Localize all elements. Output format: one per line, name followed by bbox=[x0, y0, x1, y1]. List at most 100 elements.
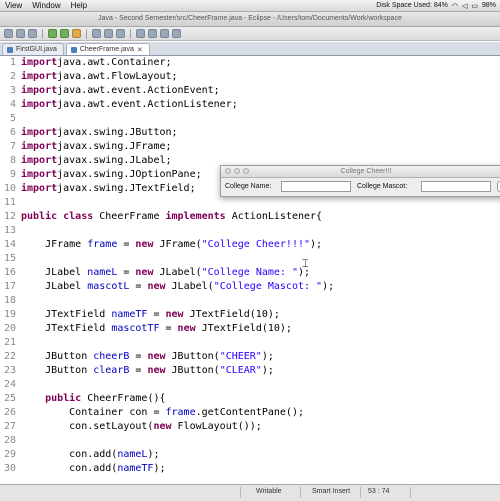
line-number: 24 bbox=[3, 379, 16, 390]
tab-firstgui[interactable]: FirstGUI.java bbox=[2, 43, 64, 55]
code-editor[interactable]: 1 importjava.awt.Container; 2 importjava.aw… bbox=[0, 56, 500, 484]
open-type-icon[interactable] bbox=[136, 29, 145, 38]
tab-label: FirstGUI.java bbox=[16, 46, 57, 53]
code-token: javax.swing.JTextField; bbox=[57, 183, 196, 194]
print-icon[interactable] bbox=[28, 29, 37, 38]
code-line[interactable]: 26 Container con = frame.getContentPane(… bbox=[0, 406, 500, 420]
code-line[interactable]: 24 bbox=[0, 378, 500, 392]
code-token: public class bbox=[21, 211, 94, 222]
code-line[interactable]: 17 JLabel mascotL = new JLabel("College … bbox=[0, 280, 500, 294]
code-text: importjavax.swing.JLabel; bbox=[21, 154, 172, 168]
code-token: JTextField(10); bbox=[183, 309, 280, 320]
code-line[interactable]: 18 bbox=[0, 294, 500, 308]
college-name-field[interactable] bbox=[281, 181, 351, 192]
line-number: 21 bbox=[3, 337, 16, 348]
line-number: 6 bbox=[9, 127, 16, 138]
status-divider bbox=[410, 487, 411, 498]
code-token: = bbox=[129, 281, 148, 292]
tab-cheerframe[interactable]: CheerFrame.java ✕ bbox=[65, 43, 150, 55]
window-controls bbox=[225, 168, 249, 174]
line-number: 10 bbox=[3, 183, 16, 194]
line-number: 15 bbox=[3, 253, 16, 264]
line-number: 14 bbox=[3, 239, 16, 250]
college-cheer-titlebar[interactable]: College Cheer!!! bbox=[221, 166, 500, 178]
code-token: JButton bbox=[21, 365, 94, 376]
forward-icon[interactable] bbox=[172, 29, 181, 38]
line-number: 8 bbox=[9, 155, 16, 166]
code-line[interactable]: 15 bbox=[0, 252, 500, 266]
code-token: Container con = bbox=[21, 407, 166, 418]
code-token: new bbox=[177, 323, 196, 334]
code-line[interactable]: 11 bbox=[0, 196, 500, 210]
code-line[interactable]: 2 importjava.awt.FlowLayout; bbox=[0, 70, 500, 84]
line-number: 13 bbox=[3, 225, 16, 236]
status-writable: Writable bbox=[256, 488, 282, 495]
close-window-icon[interactable] bbox=[225, 168, 231, 174]
code-token: nameL bbox=[117, 449, 148, 460]
college-cheer-content: College Name: College Mascot: bbox=[221, 178, 500, 196]
code-token: frame bbox=[165, 407, 196, 418]
external-tools-icon[interactable] bbox=[72, 29, 81, 38]
code-line[interactable]: 5 bbox=[0, 112, 500, 126]
menu-view[interactable]: View bbox=[0, 1, 27, 10]
debug-icon[interactable] bbox=[48, 29, 57, 38]
code-line[interactable]: 3 importjava.awt.event.ActionEvent; bbox=[0, 84, 500, 98]
code-line[interactable]: 25 public CheerFrame(){ bbox=[0, 392, 500, 406]
college-cheer-window[interactable]: College Cheer!!! College Name: College M… bbox=[220, 165, 500, 197]
new-icon[interactable] bbox=[4, 29, 13, 38]
code-token: "College Mascot: " bbox=[213, 281, 323, 292]
battery-icon[interactable]: ▭ bbox=[471, 2, 478, 10]
code-token: javax.swing.JOptionPane; bbox=[57, 169, 202, 180]
college-mascot-field[interactable] bbox=[421, 181, 491, 192]
code-line[interactable]: 22 JButton cheerB = new JButton("CHEER")… bbox=[0, 350, 500, 364]
new-package-icon[interactable] bbox=[104, 29, 113, 38]
code-token: new bbox=[147, 281, 166, 292]
disk-space-indicator[interactable]: Disk Space Used: 84% bbox=[376, 2, 448, 9]
code-line[interactable]: 13 bbox=[0, 224, 500, 238]
line-number: 22 bbox=[3, 351, 16, 362]
code-token: public bbox=[21, 393, 82, 404]
code-line[interactable]: 6 importjavax.swing.JButton; bbox=[0, 126, 500, 140]
code-token: nameL bbox=[87, 267, 118, 278]
menu-window[interactable]: Window bbox=[27, 1, 65, 10]
code-token: = bbox=[129, 351, 148, 362]
new-java-project-icon[interactable] bbox=[92, 29, 101, 38]
code-token: nameTF bbox=[111, 309, 148, 320]
code-token: JLabel bbox=[21, 281, 88, 292]
code-line[interactable]: 27 con.setLayout(new FlowLayout()); bbox=[0, 420, 500, 434]
code-token: frame bbox=[87, 239, 118, 250]
code-line[interactable]: 23 JButton clearB = new JButton("CLEAR")… bbox=[0, 364, 500, 378]
code-token: java.awt.event.ActionListener; bbox=[57, 99, 238, 110]
volume-icon[interactable]: ◁ bbox=[462, 2, 467, 10]
code-text: importjava.awt.FlowLayout; bbox=[21, 70, 178, 84]
status-insert-mode: Smart Insert bbox=[312, 488, 351, 495]
code-line[interactable]: 30 con.add(nameTF); bbox=[0, 462, 500, 476]
code-line[interactable]: 21 bbox=[0, 336, 500, 350]
close-icon[interactable]: ✕ bbox=[137, 46, 143, 54]
code-text: importjava.awt.event.ActionEvent; bbox=[21, 84, 220, 98]
menu-help[interactable]: Help bbox=[66, 1, 92, 10]
run-icon[interactable] bbox=[60, 29, 69, 38]
zoom-window-icon[interactable] bbox=[243, 168, 249, 174]
wifi-icon[interactable]: ◠ bbox=[452, 2, 458, 10]
search-icon[interactable] bbox=[148, 29, 157, 38]
code-line[interactable]: 16 JLabel nameL = new JLabel("College Na… bbox=[0, 266, 500, 280]
code-line[interactable]: 20 JTextField mascotTF = new JTextField(… bbox=[0, 322, 500, 336]
code-line[interactable]: 7 importjavax.swing.JFrame; bbox=[0, 140, 500, 154]
line-number: 27 bbox=[3, 421, 16, 432]
code-line[interactable]: 12 public class CheerFrame implements Act… bbox=[0, 210, 500, 224]
code-token: java.awt.event.ActionEvent; bbox=[57, 85, 220, 96]
college-cheer-title: College Cheer!!! bbox=[340, 168, 392, 175]
code-line[interactable]: 28 bbox=[0, 434, 500, 448]
code-line[interactable]: 29 con.add(nameL); bbox=[0, 448, 500, 462]
code-line[interactable]: 1 importjava.awt.Container; bbox=[0, 56, 500, 70]
code-line[interactable]: 4 importjava.awt.event.ActionListener; bbox=[0, 98, 500, 112]
save-icon[interactable] bbox=[16, 29, 25, 38]
new-class-icon[interactable] bbox=[116, 29, 125, 38]
back-icon[interactable] bbox=[160, 29, 169, 38]
minimize-window-icon[interactable] bbox=[234, 168, 240, 174]
code-line[interactable]: 19 JTextField nameTF = new JTextField(10… bbox=[0, 308, 500, 322]
code-token: cheerB bbox=[93, 351, 130, 362]
code-line[interactable]: 14 JFrame frame = new JFrame("College Ch… bbox=[0, 238, 500, 252]
code-text: importjava.awt.Container; bbox=[21, 56, 172, 70]
